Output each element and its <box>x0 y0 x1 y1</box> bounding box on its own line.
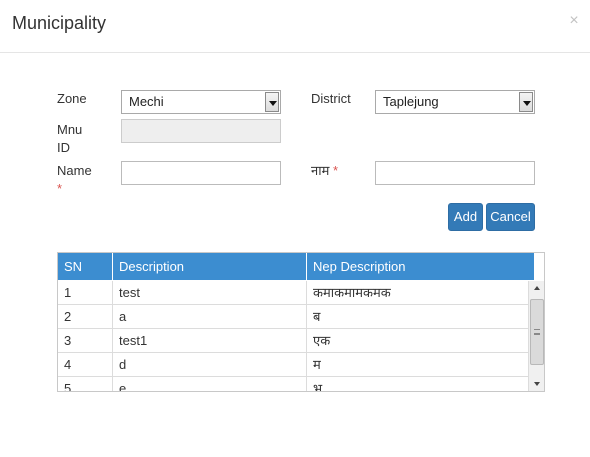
zone-select[interactable]: Mechi <box>121 90 281 114</box>
name-field[interactable] <box>121 161 281 185</box>
cell-sn: 5 <box>58 377 113 391</box>
required-marker: * <box>332 163 339 178</box>
district-label: District <box>311 91 351 106</box>
nep-name-field[interactable] <box>375 161 535 185</box>
district-select[interactable]: Taplejung <box>375 90 535 114</box>
column-header-nep-description[interactable]: Nep Description <box>307 253 534 280</box>
modal-title: Municipality <box>12 13 107 33</box>
mnu-id-label-line2: ID <box>57 140 70 155</box>
add-button[interactable]: Add <box>448 203 483 231</box>
scroll-down-arrow-icon[interactable] <box>529 377 544 391</box>
column-header-sn[interactable]: SN <box>58 253 113 280</box>
cell-description: a <box>113 305 307 329</box>
cell-description: test <box>113 281 307 305</box>
cell-description: d <box>113 353 307 377</box>
close-icon[interactable]: × <box>566 12 582 30</box>
column-header-description[interactable]: Description <box>113 253 307 280</box>
cell-sn: 4 <box>58 353 113 377</box>
cell-nep-description: ब <box>313 309 321 324</box>
table-row[interactable]: 4 d म <box>58 353 528 377</box>
name-label: Name * <box>57 162 92 198</box>
cancel-button[interactable]: Cancel <box>486 203 535 231</box>
scroll-up-arrow-icon[interactable] <box>529 281 544 295</box>
required-marker: * <box>57 181 63 196</box>
nep-name-label: नाम * <box>311 162 338 180</box>
modal-header: Municipality × <box>0 0 590 53</box>
mnu-id-field <box>121 119 281 143</box>
cell-sn: 3 <box>58 329 113 353</box>
table-row[interactable]: 1 test कमाकमामकमक <box>58 281 528 305</box>
cell-sn: 1 <box>58 281 113 305</box>
cell-nep-description: कमाकमामकमक <box>313 285 391 300</box>
cell-nep-description: म <box>313 357 321 372</box>
table-row[interactable]: 2 a ब <box>58 305 528 329</box>
mnu-id-label-line1: Mnu <box>57 122 83 137</box>
cell-nep-description: भ <box>313 381 323 392</box>
municipality-grid: SN Description Nep Description 1 test कम… <box>57 252 545 392</box>
cell-sn: 2 <box>58 305 113 329</box>
cell-description: e <box>113 377 307 391</box>
district-selected-value: Taplejung <box>383 94 439 109</box>
grid-vertical-scrollbar[interactable] <box>528 281 544 391</box>
grip-icon <box>534 329 540 335</box>
scrollbar-thumb[interactable] <box>530 299 544 365</box>
mnu-id-label: Mnu ID <box>57 121 82 157</box>
chevron-down-icon[interactable] <box>265 92 279 112</box>
table-row[interactable]: 3 test1 एक <box>58 329 528 353</box>
zone-selected-value: Mechi <box>129 94 164 109</box>
table-row[interactable]: 5 e भ <box>58 377 528 392</box>
zone-label: Zone <box>57 91 87 106</box>
grid-header: SN Description Nep Description <box>58 253 534 280</box>
cell-description: test1 <box>113 329 307 353</box>
name-label-text: Name <box>57 163 92 178</box>
cell-nep-description: एक <box>313 333 331 348</box>
chevron-down-icon[interactable] <box>519 92 533 112</box>
nep-name-label-text: नाम <box>311 163 330 178</box>
